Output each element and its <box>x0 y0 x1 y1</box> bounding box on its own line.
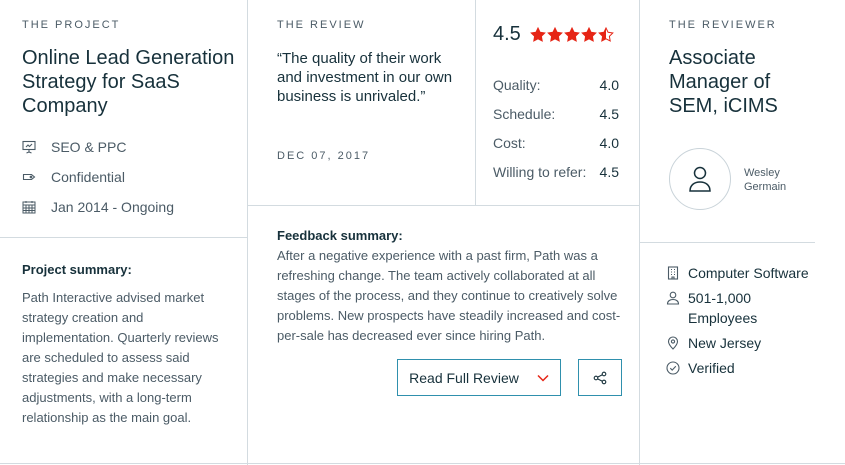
calendar-icon <box>22 201 36 214</box>
star-icon <box>580 26 597 42</box>
read-full-review-button[interactable]: Read Full Review <box>397 359 561 396</box>
project-eyebrow: THE PROJECT <box>22 19 121 31</box>
feedback-summary-label: Feedback summary: <box>277 228 403 243</box>
score-list: Quality: 4.0 Schedule: 4.5 Cost: 4.0 Wil… <box>493 77 619 180</box>
star-icon <box>546 26 563 42</box>
star-rating <box>529 26 615 43</box>
score-row-willing-to-refer: Willing to refer: 4.5 <box>493 164 619 180</box>
star-icon <box>529 26 546 42</box>
score-value: 4.0 <box>599 135 619 151</box>
avatar <box>669 148 731 210</box>
project-service-text: SEO & PPC <box>51 139 127 155</box>
project-meta-service: SEO & PPC <box>22 139 126 155</box>
review-date: DEC 07, 2017 <box>277 150 371 162</box>
score-value: 4.0 <box>599 77 619 93</box>
overall-rating: 4.5 <box>493 23 615 46</box>
company-size-text: 501-1,000 Employees <box>688 290 758 326</box>
user-icon <box>689 166 711 192</box>
project-meta-dates: Jan 2014 - Ongoing <box>22 199 174 215</box>
person-icon <box>666 291 680 305</box>
column-divider-1 <box>247 0 248 465</box>
score-row-quality: Quality: 4.0 <box>493 77 619 93</box>
share-icon <box>593 371 607 384</box>
reviewer-location: New Jersey <box>666 333 816 353</box>
column-divider-2 <box>475 0 476 205</box>
industry-text: Computer Software <box>688 265 809 281</box>
reviewer-name: Wesley Germain <box>744 167 787 193</box>
score-row-cost: Cost: 4.0 <box>493 135 619 151</box>
project-summary-label: Project summary: <box>22 262 132 277</box>
chevron-down-icon <box>537 374 549 382</box>
overall-rating-value: 4.5 <box>493 23 521 45</box>
project-dates-text: Jan 2014 - Ongoing <box>51 199 174 215</box>
location-text: New Jersey <box>688 335 762 351</box>
score-label: Cost: <box>493 135 526 151</box>
check-circle-icon <box>666 361 680 375</box>
project-summary-text: Path Interactive advised market strategy… <box>22 290 219 425</box>
reviewer-eyebrow: THE REVIEWER <box>669 19 777 31</box>
location-pin-icon <box>667 336 679 350</box>
reviewer-industry: Computer Software <box>666 263 816 283</box>
score-label: Schedule: <box>493 106 556 122</box>
star-icon <box>597 26 614 42</box>
score-label: Willing to refer: <box>493 164 587 180</box>
score-value: 4.5 <box>599 106 619 122</box>
presentation-icon <box>22 140 36 154</box>
review-divider <box>247 205 639 206</box>
share-button[interactable] <box>578 359 622 396</box>
review-eyebrow: THE REVIEW <box>277 19 366 31</box>
column-divider-3 <box>639 0 640 465</box>
score-label: Quality: <box>493 77 541 93</box>
reviewer-title: Associate Manager of SEM, iCIMS <box>669 47 778 117</box>
review-quote: “The quality of their work and investmen… <box>277 50 453 105</box>
star-icon <box>563 26 580 42</box>
verified-text: Verified <box>688 360 735 376</box>
reviewer-company-size: 501-1,000 Employees <box>666 288 816 328</box>
score-value: 4.5 <box>599 164 619 180</box>
score-row-schedule: Schedule: 4.5 <box>493 106 619 122</box>
reviewer-divider <box>639 242 815 243</box>
project-budget-text: Confidential <box>51 169 125 185</box>
building-icon <box>667 266 679 280</box>
project-meta-budget: Confidential <box>22 169 125 185</box>
tag-icon <box>22 173 36 181</box>
reviewer-verified: Verified <box>666 358 816 378</box>
bottom-border <box>0 463 845 464</box>
reviewer-details: Computer Software 501-1,000 Employees Ne… <box>666 263 816 378</box>
project-divider <box>0 237 247 238</box>
read-full-review-label: Read Full Review <box>409 369 519 386</box>
project-title: Online Lead Generation Strategy for SaaS… <box>22 47 235 117</box>
feedback-summary-text: After a negative experience with a past … <box>277 248 621 343</box>
